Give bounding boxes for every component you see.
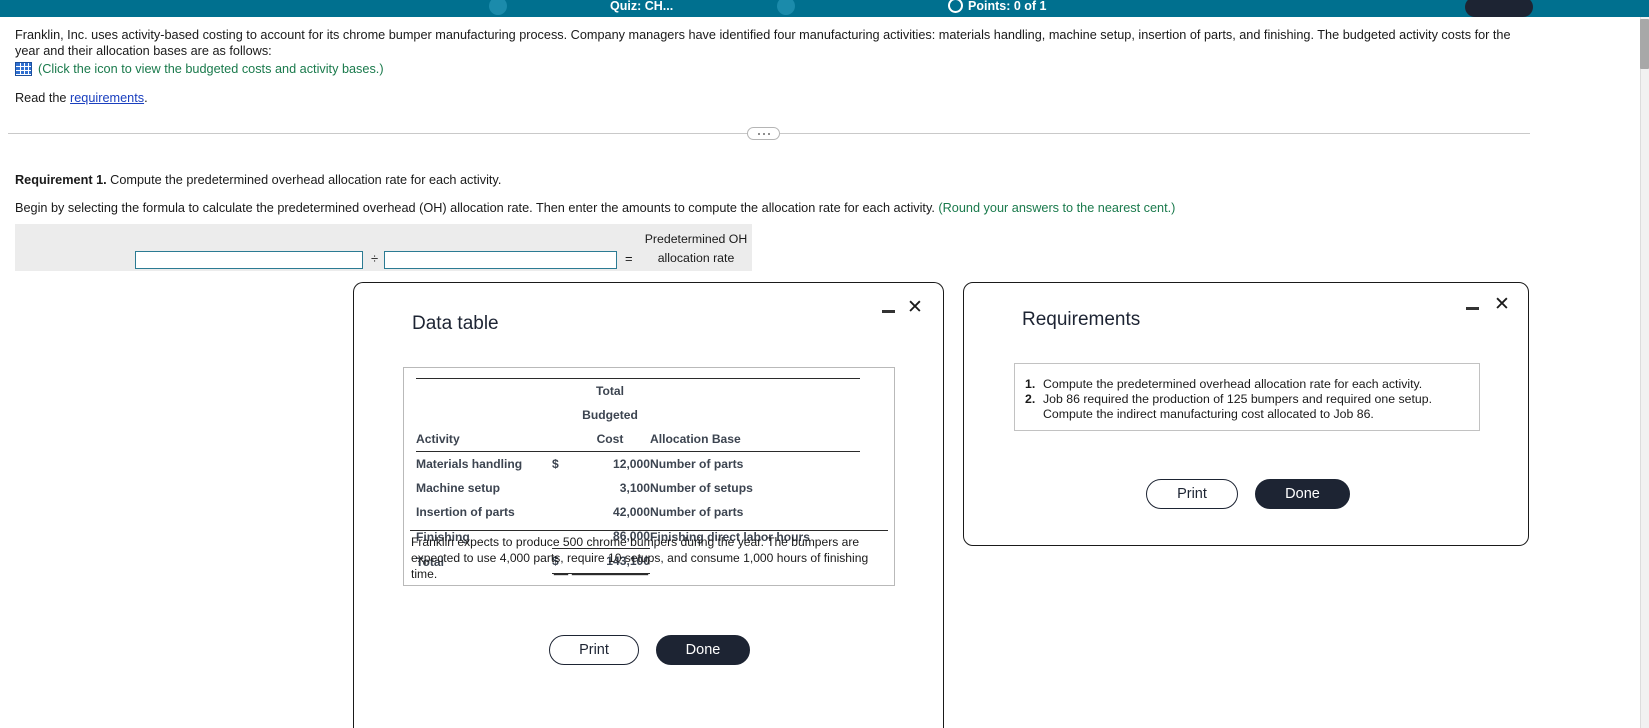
points-label: Points: 0 of 1 xyxy=(968,0,1047,13)
data-table-dialog: Data table ✕ Total Budgeted Activity Cos… xyxy=(353,282,944,728)
list-item: 2. Job 86 required the production of 125 … xyxy=(1021,392,1471,422)
quiz-title: Quiz: CH... xyxy=(610,0,674,13)
equals-symbol: = xyxy=(625,251,633,266)
rounding-note: (Round your answers to the nearest cent.… xyxy=(938,201,1176,215)
grid-icon[interactable] xyxy=(15,62,32,76)
begin-instruction-text: Begin by selecting the formula to calcul… xyxy=(15,201,939,215)
row-cost: 3,100 xyxy=(619,481,650,495)
read-suffix: . xyxy=(144,91,148,105)
formula-denominator-input[interactable] xyxy=(384,251,617,269)
formula-result-line2: allocation rate xyxy=(657,251,735,265)
formula-entry-band: ÷ = Predetermined OH allocation rate xyxy=(15,224,752,271)
row-activity: Insertion of parts xyxy=(416,505,515,519)
row-currency xyxy=(552,476,570,500)
print-button[interactable]: Print xyxy=(549,635,639,665)
row-currency: $ xyxy=(552,457,559,471)
note-divider xyxy=(410,530,888,531)
data-table-link-text[interactable]: (Click the icon to view the budgeted cos… xyxy=(38,62,384,76)
toolbar-action-button[interactable] xyxy=(1465,0,1533,17)
row-base: Number of parts xyxy=(650,457,744,471)
header-cost: Cost xyxy=(570,427,650,452)
collapse-handle[interactable] xyxy=(747,127,780,140)
data-table-note: Franklin expects to produce 500 chrome b… xyxy=(411,535,869,581)
top-toolbar: Quiz: CH... Points: 0 of 1 xyxy=(0,0,1649,17)
row-activity: Materials handling xyxy=(416,457,523,471)
header-allocation-base: Allocation Base xyxy=(650,427,860,452)
table-row: Machine setup 3,100 Number of setups xyxy=(416,476,860,500)
list-item-number: 1. xyxy=(1025,377,1036,391)
read-prefix: Read the xyxy=(15,91,71,105)
requirements-link[interactable]: requirements xyxy=(70,91,144,105)
table-header-group-row: Total Budgeted xyxy=(416,378,860,427)
toolbar-nav-next-icon[interactable] xyxy=(777,0,795,15)
page-root: Quiz: CH... Points: 0 of 1 Franklin, Inc… xyxy=(0,0,1649,728)
row-base: Number of parts xyxy=(650,505,744,519)
toolbar-nav-prev-icon[interactable] xyxy=(489,0,507,15)
formula-result-label: Predetermined OH allocation rate xyxy=(640,230,752,268)
requirements-list-container: 1. Compute the predetermined overhead all… xyxy=(1014,363,1480,431)
divide-symbol: ÷ xyxy=(371,251,379,266)
requirement-1-heading: Requirement 1. Compute the predetermined… xyxy=(15,173,501,187)
list-item-number: 2. xyxy=(1025,392,1036,406)
table-row: Insertion of parts 42,000 Number of part… xyxy=(416,500,860,524)
page-scrollbar-thumb[interactable] xyxy=(1640,19,1649,69)
requirements-dialog-title: Requirements xyxy=(1022,309,1141,330)
table-row: Materials handling $ 12,000 Number of pa… xyxy=(416,452,860,477)
requirements-dialog: Requirements ✕ 1. Compute the predetermin… xyxy=(963,282,1529,546)
minimize-icon[interactable] xyxy=(1466,307,1479,310)
data-table-link-row[interactable]: (Click the icon to view the budgeted cos… xyxy=(15,62,384,76)
problem-statement: Franklin, Inc. uses activity-based costi… xyxy=(15,28,1511,58)
row-cost: 42,000 xyxy=(613,505,650,519)
page-scrollbar-track[interactable] xyxy=(1640,17,1649,728)
points-icon xyxy=(948,0,963,13)
table-header-row: Activity Cost Allocation Base xyxy=(416,427,860,452)
requirement-1-label: Requirement 1. xyxy=(15,173,107,187)
print-button[interactable]: Print xyxy=(1146,479,1238,509)
requirements-list: 1. Compute the predetermined overhead all… xyxy=(1015,364,1479,422)
begin-instruction: Begin by selecting the formula to calcul… xyxy=(15,201,1175,215)
read-requirements-line: Read the requirements. xyxy=(15,91,148,105)
header-total-budgeted: Total Budgeted xyxy=(570,378,650,427)
row-activity: Machine setup xyxy=(416,481,501,495)
row-base: Number of setups xyxy=(650,481,753,495)
row-currency xyxy=(552,500,570,524)
row-cost: 12,000 xyxy=(613,457,650,471)
close-icon[interactable]: ✕ xyxy=(1493,295,1511,315)
data-table-dialog-title: Data table xyxy=(412,313,499,334)
list-item-text: Compute the predetermined overhead alloc… xyxy=(1043,377,1423,391)
list-item: 1. Compute the predetermined overhead all… xyxy=(1021,377,1471,392)
done-button[interactable]: Done xyxy=(1255,479,1350,509)
formula-numerator-input[interactable] xyxy=(135,251,363,269)
done-button[interactable]: Done xyxy=(656,635,750,665)
requirement-1-text: Compute the predetermined overhead alloc… xyxy=(106,173,502,187)
close-icon[interactable]: ✕ xyxy=(906,298,924,318)
minimize-icon[interactable] xyxy=(882,310,895,313)
list-item-text: Job 86 required the production of 125 bu… xyxy=(1043,392,1432,421)
header-activity: Activity xyxy=(416,427,552,452)
data-table-container: Total Budgeted Activity Cost Allocation … xyxy=(403,367,895,586)
formula-result-line1: Predetermined OH xyxy=(644,232,748,246)
